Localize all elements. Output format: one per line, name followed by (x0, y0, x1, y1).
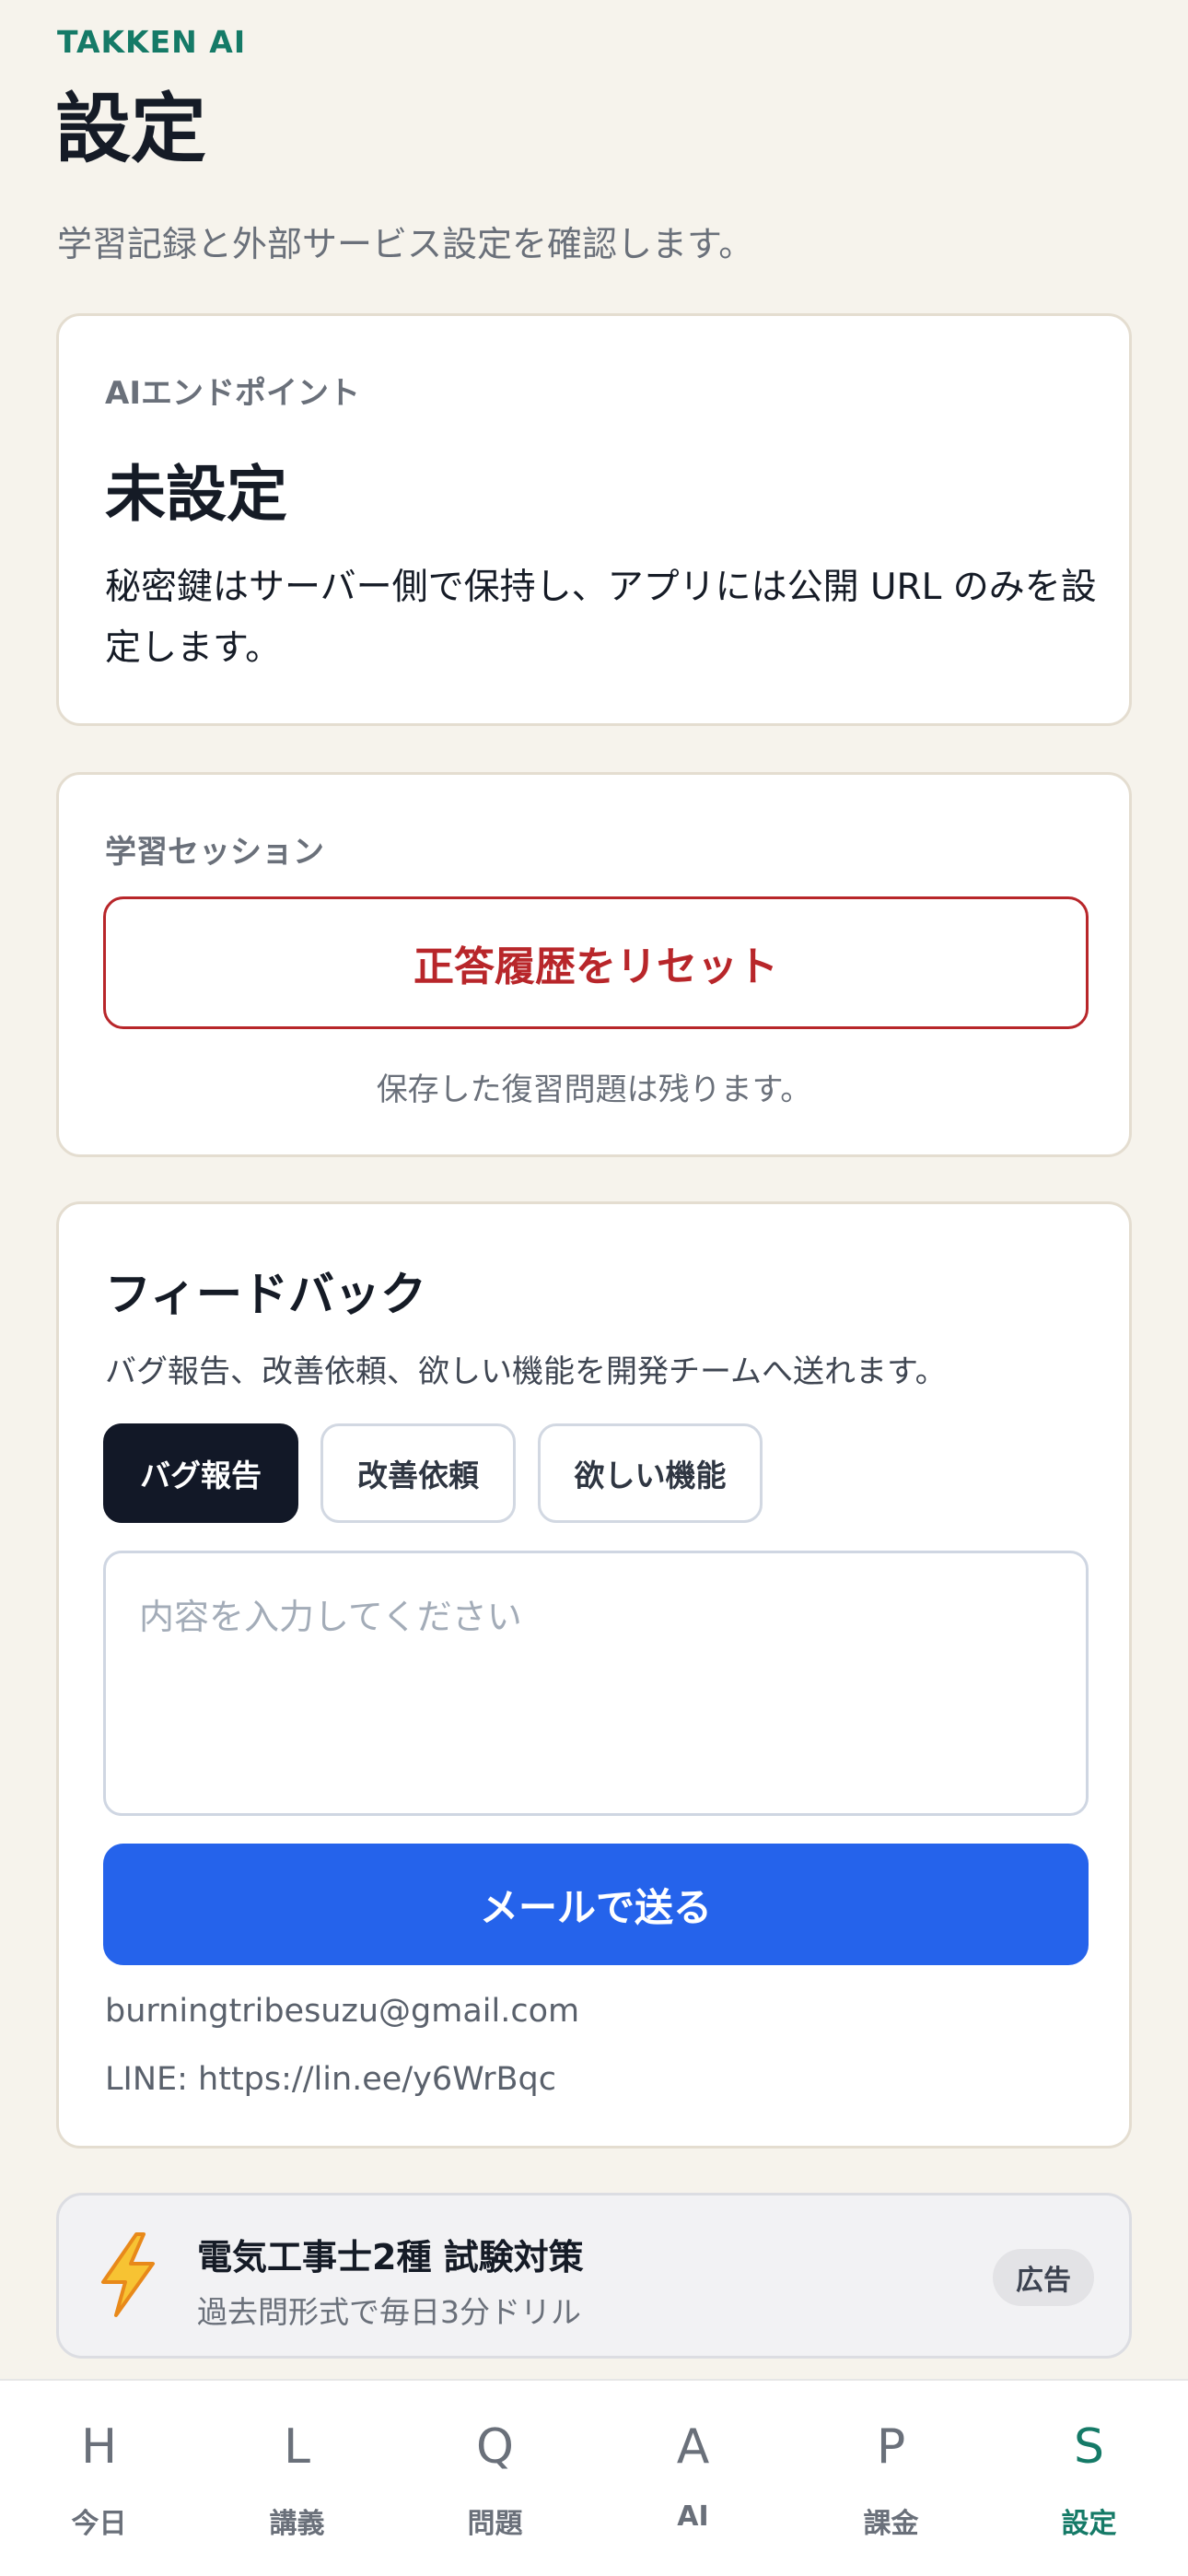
feedback-title: フィードバック (105, 1268, 426, 1321)
tab-billing-label: 課金 (863, 2508, 919, 2540)
tab-questions-icon: Q (476, 2419, 514, 2475)
category-chip-feature-request[interactable]: 欲しい機能 (538, 1423, 763, 1523)
ai-endpoint-label: AIエンドポイント (105, 375, 360, 412)
study-session-label: 学習セッション (105, 834, 324, 871)
tab-billing[interactable]: P 課金 (792, 2381, 990, 2576)
ai-endpoint-card: AIエンドポイント 未設定 秘密鍵はサーバー側で保持し、アプリには公開 URL … (56, 313, 1132, 726)
feedback-input[interactable] (103, 1551, 1089, 1816)
tab-ai[interactable]: A AI (594, 2381, 792, 2576)
bottom-tab-bar: H 今日 L 講義 Q 問題 A AI P 課金 S 設定 (0, 2379, 1188, 2576)
ad-badge: 広告 (993, 2249, 1094, 2306)
tab-lectures-icon: L (284, 2419, 310, 2475)
tab-today-label: 今日 (71, 2508, 127, 2540)
tab-settings[interactable]: S 設定 (990, 2381, 1188, 2576)
brand-label: TAKKEN AI (57, 24, 247, 60)
feedback-description: バグ報告、改善依頼、欲しい機能を開発チームへ送れます。 (105, 1353, 947, 1390)
ai-endpoint-value: 未設定 (105, 459, 287, 530)
send-email-button[interactable]: メールで送る (103, 1844, 1089, 1965)
tab-ai-label: AI (677, 2500, 709, 2533)
category-chip-improvement[interactable]: 改善依頼 (320, 1423, 516, 1523)
study-session-card: 学習セッション 正答履歴をリセット 保存した復習問題は残ります。 (56, 772, 1132, 1157)
tab-settings-icon: S (1073, 2419, 1104, 2475)
ad-title: 電気工事士2種 試験対策 (197, 2237, 584, 2277)
study-session-note: 保存した復習問題は残ります。 (376, 1071, 812, 1108)
ai-endpoint-description: 秘密鍵はサーバー側で保持し、アプリには公開 URL のみを設定します。 (105, 567, 1097, 669)
ad-subtitle: 過去問形式で毎日3分ドリル (197, 2294, 581, 2330)
page-subtitle: 学習記録と外部サービス設定を確認します。 (57, 224, 754, 264)
tab-today[interactable]: H 今日 (0, 2381, 198, 2576)
lightning-icon (101, 2232, 155, 2317)
category-chip-bug-report[interactable]: バグ報告 (103, 1423, 298, 1523)
ad-banner[interactable]: 電気工事士2種 試験対策 過去問形式で毎日3分ドリル 広告 (56, 2193, 1132, 2359)
tab-lectures-label: 講義 (269, 2508, 325, 2540)
tab-settings-label: 設定 (1061, 2508, 1117, 2540)
contact-email: burningtribesuzu@gmail.com (105, 1993, 580, 2030)
contact-line: LINE: https://lin.ee/y6WrBqc (105, 2061, 556, 2098)
page-title: 設定 (55, 86, 207, 173)
feedback-card: フィードバック バグ報告、改善依頼、欲しい機能を開発チームへ送れます。 バグ報告… (56, 1201, 1132, 2149)
tab-billing-icon: P (876, 2419, 906, 2475)
tab-today-icon: H (80, 2419, 118, 2475)
reset-history-button[interactable]: 正答履歴をリセット (103, 896, 1089, 1029)
tab-lectures[interactable]: L 講義 (198, 2381, 396, 2576)
tab-questions[interactable]: Q 問題 (396, 2381, 594, 2576)
tab-questions-label: 問題 (467, 2508, 523, 2540)
tab-ai-icon: A (676, 2419, 710, 2475)
